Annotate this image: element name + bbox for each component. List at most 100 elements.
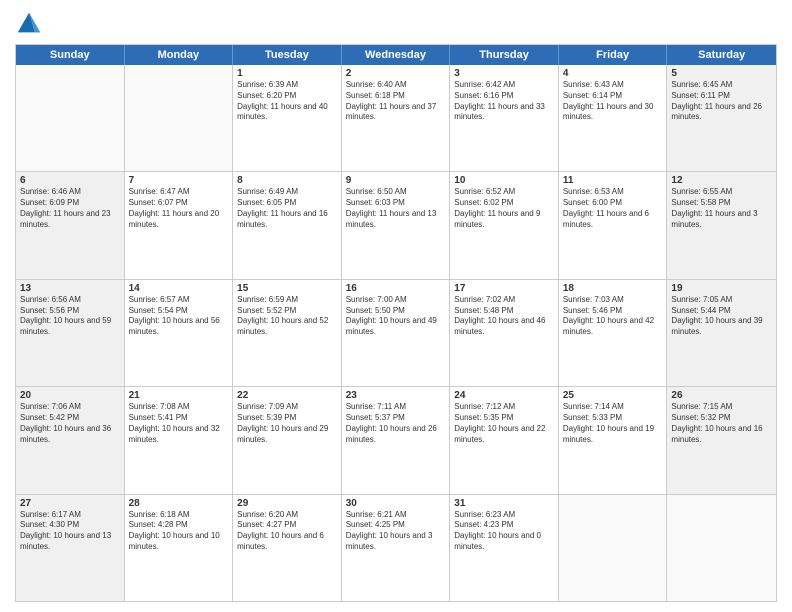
- calendar-cell-4-3: 30Sunrise: 6:21 AM Sunset: 4:25 PM Dayli…: [342, 495, 451, 601]
- day-number: 27: [20, 498, 120, 509]
- cell-info: Sunrise: 7:15 AM Sunset: 5:32 PM Dayligh…: [671, 402, 772, 445]
- calendar-cell-1-3: 9Sunrise: 6:50 AM Sunset: 6:03 PM Daylig…: [342, 172, 451, 278]
- calendar-cell-0-3: 2Sunrise: 6:40 AM Sunset: 6:18 PM Daylig…: [342, 65, 451, 171]
- cell-info: Sunrise: 7:03 AM Sunset: 5:46 PM Dayligh…: [563, 295, 663, 338]
- calendar-cell-3-1: 21Sunrise: 7:08 AM Sunset: 5:41 PM Dayli…: [125, 387, 234, 493]
- calendar-cell-0-0: [16, 65, 125, 171]
- cell-info: Sunrise: 6:45 AM Sunset: 6:11 PM Dayligh…: [671, 80, 772, 123]
- cell-info: Sunrise: 6:55 AM Sunset: 5:58 PM Dayligh…: [671, 187, 772, 230]
- day-number: 14: [129, 283, 229, 294]
- day-number: 4: [563, 68, 663, 79]
- cell-info: Sunrise: 6:21 AM Sunset: 4:25 PM Dayligh…: [346, 510, 446, 553]
- cell-info: Sunrise: 6:17 AM Sunset: 4:30 PM Dayligh…: [20, 510, 120, 553]
- calendar-cell-3-5: 25Sunrise: 7:14 AM Sunset: 5:33 PM Dayli…: [559, 387, 668, 493]
- day-number: 23: [346, 390, 446, 401]
- calendar-cell-0-2: 1Sunrise: 6:39 AM Sunset: 6:20 PM Daylig…: [233, 65, 342, 171]
- day-number: 2: [346, 68, 446, 79]
- calendar-cell-1-1: 7Sunrise: 6:47 AM Sunset: 6:07 PM Daylig…: [125, 172, 234, 278]
- day-number: 16: [346, 283, 446, 294]
- calendar-cell-0-5: 4Sunrise: 6:43 AM Sunset: 6:14 PM Daylig…: [559, 65, 668, 171]
- day-number: 30: [346, 498, 446, 509]
- cell-info: Sunrise: 7:00 AM Sunset: 5:50 PM Dayligh…: [346, 295, 446, 338]
- cell-info: Sunrise: 7:08 AM Sunset: 5:41 PM Dayligh…: [129, 402, 229, 445]
- cell-info: Sunrise: 6:23 AM Sunset: 4:23 PM Dayligh…: [454, 510, 554, 553]
- calendar-cell-4-4: 31Sunrise: 6:23 AM Sunset: 4:23 PM Dayli…: [450, 495, 559, 601]
- cell-info: Sunrise: 6:39 AM Sunset: 6:20 PM Dayligh…: [237, 80, 337, 123]
- calendar-cell-0-4: 3Sunrise: 6:42 AM Sunset: 6:16 PM Daylig…: [450, 65, 559, 171]
- calendar-cell-2-3: 16Sunrise: 7:00 AM Sunset: 5:50 PM Dayli…: [342, 280, 451, 386]
- cell-info: Sunrise: 7:12 AM Sunset: 5:35 PM Dayligh…: [454, 402, 554, 445]
- calendar-cell-4-5: [559, 495, 668, 601]
- calendar-cell-1-6: 12Sunrise: 6:55 AM Sunset: 5:58 PM Dayli…: [667, 172, 776, 278]
- weekday-header-monday: Monday: [125, 45, 234, 65]
- calendar-cell-3-2: 22Sunrise: 7:09 AM Sunset: 5:39 PM Dayli…: [233, 387, 342, 493]
- calendar: SundayMondayTuesdayWednesdayThursdayFrid…: [15, 44, 777, 602]
- day-number: 25: [563, 390, 663, 401]
- calendar-cell-2-2: 15Sunrise: 6:59 AM Sunset: 5:52 PM Dayli…: [233, 280, 342, 386]
- calendar-cell-4-1: 28Sunrise: 6:18 AM Sunset: 4:28 PM Dayli…: [125, 495, 234, 601]
- logo-icon: [15, 10, 43, 38]
- cell-info: Sunrise: 6:18 AM Sunset: 4:28 PM Dayligh…: [129, 510, 229, 553]
- weekday-header-wednesday: Wednesday: [342, 45, 451, 65]
- calendar-cell-2-1: 14Sunrise: 6:57 AM Sunset: 5:54 PM Dayli…: [125, 280, 234, 386]
- day-number: 22: [237, 390, 337, 401]
- cell-info: Sunrise: 6:49 AM Sunset: 6:05 PM Dayligh…: [237, 187, 337, 230]
- weekday-header-tuesday: Tuesday: [233, 45, 342, 65]
- day-number: 18: [563, 283, 663, 294]
- day-number: 31: [454, 498, 554, 509]
- day-number: 28: [129, 498, 229, 509]
- calendar-cell-3-6: 26Sunrise: 7:15 AM Sunset: 5:32 PM Dayli…: [667, 387, 776, 493]
- day-number: 9: [346, 175, 446, 186]
- day-number: 13: [20, 283, 120, 294]
- cell-info: Sunrise: 7:11 AM Sunset: 5:37 PM Dayligh…: [346, 402, 446, 445]
- calendar-cell-0-1: [125, 65, 234, 171]
- calendar-cell-1-5: 11Sunrise: 6:53 AM Sunset: 6:00 PM Dayli…: [559, 172, 668, 278]
- cell-info: Sunrise: 6:57 AM Sunset: 5:54 PM Dayligh…: [129, 295, 229, 338]
- day-number: 26: [671, 390, 772, 401]
- day-number: 8: [237, 175, 337, 186]
- calendar-cell-2-5: 18Sunrise: 7:03 AM Sunset: 5:46 PM Dayli…: [559, 280, 668, 386]
- weekday-header-friday: Friday: [559, 45, 668, 65]
- day-number: 29: [237, 498, 337, 509]
- day-number: 21: [129, 390, 229, 401]
- cell-info: Sunrise: 7:06 AM Sunset: 5:42 PM Dayligh…: [20, 402, 120, 445]
- cell-info: Sunrise: 6:47 AM Sunset: 6:07 PM Dayligh…: [129, 187, 229, 230]
- calendar-cell-1-2: 8Sunrise: 6:49 AM Sunset: 6:05 PM Daylig…: [233, 172, 342, 278]
- calendar-row-3: 20Sunrise: 7:06 AM Sunset: 5:42 PM Dayli…: [16, 387, 776, 494]
- calendar-row-0: 1Sunrise: 6:39 AM Sunset: 6:20 PM Daylig…: [16, 65, 776, 172]
- day-number: 19: [671, 283, 772, 294]
- cell-info: Sunrise: 6:42 AM Sunset: 6:16 PM Dayligh…: [454, 80, 554, 123]
- cell-info: Sunrise: 7:14 AM Sunset: 5:33 PM Dayligh…: [563, 402, 663, 445]
- weekday-header-saturday: Saturday: [667, 45, 776, 65]
- header: [15, 10, 777, 38]
- day-number: 3: [454, 68, 554, 79]
- calendar-header: SundayMondayTuesdayWednesdayThursdayFrid…: [16, 45, 776, 65]
- day-number: 10: [454, 175, 554, 186]
- calendar-body: 1Sunrise: 6:39 AM Sunset: 6:20 PM Daylig…: [16, 65, 776, 601]
- cell-info: Sunrise: 7:05 AM Sunset: 5:44 PM Dayligh…: [671, 295, 772, 338]
- cell-info: Sunrise: 6:56 AM Sunset: 5:56 PM Dayligh…: [20, 295, 120, 338]
- weekday-header-thursday: Thursday: [450, 45, 559, 65]
- cell-info: Sunrise: 6:59 AM Sunset: 5:52 PM Dayligh…: [237, 295, 337, 338]
- cell-info: Sunrise: 6:52 AM Sunset: 6:02 PM Dayligh…: [454, 187, 554, 230]
- cell-info: Sunrise: 6:53 AM Sunset: 6:00 PM Dayligh…: [563, 187, 663, 230]
- calendar-cell-4-2: 29Sunrise: 6:20 AM Sunset: 4:27 PM Dayli…: [233, 495, 342, 601]
- calendar-cell-3-0: 20Sunrise: 7:06 AM Sunset: 5:42 PM Dayli…: [16, 387, 125, 493]
- calendar-row-1: 6Sunrise: 6:46 AM Sunset: 6:09 PM Daylig…: [16, 172, 776, 279]
- calendar-cell-1-0: 6Sunrise: 6:46 AM Sunset: 6:09 PM Daylig…: [16, 172, 125, 278]
- calendar-cell-3-4: 24Sunrise: 7:12 AM Sunset: 5:35 PM Dayli…: [450, 387, 559, 493]
- calendar-cell-2-4: 17Sunrise: 7:02 AM Sunset: 5:48 PM Dayli…: [450, 280, 559, 386]
- cell-info: Sunrise: 6:40 AM Sunset: 6:18 PM Dayligh…: [346, 80, 446, 123]
- day-number: 7: [129, 175, 229, 186]
- day-number: 24: [454, 390, 554, 401]
- cell-info: Sunrise: 6:43 AM Sunset: 6:14 PM Dayligh…: [563, 80, 663, 123]
- calendar-cell-1-4: 10Sunrise: 6:52 AM Sunset: 6:02 PM Dayli…: [450, 172, 559, 278]
- weekday-header-sunday: Sunday: [16, 45, 125, 65]
- calendar-cell-3-3: 23Sunrise: 7:11 AM Sunset: 5:37 PM Dayli…: [342, 387, 451, 493]
- calendar-cell-0-6: 5Sunrise: 6:45 AM Sunset: 6:11 PM Daylig…: [667, 65, 776, 171]
- logo: [15, 10, 45, 38]
- cell-info: Sunrise: 6:50 AM Sunset: 6:03 PM Dayligh…: [346, 187, 446, 230]
- calendar-cell-2-6: 19Sunrise: 7:05 AM Sunset: 5:44 PM Dayli…: [667, 280, 776, 386]
- day-number: 15: [237, 283, 337, 294]
- calendar-row-2: 13Sunrise: 6:56 AM Sunset: 5:56 PM Dayli…: [16, 280, 776, 387]
